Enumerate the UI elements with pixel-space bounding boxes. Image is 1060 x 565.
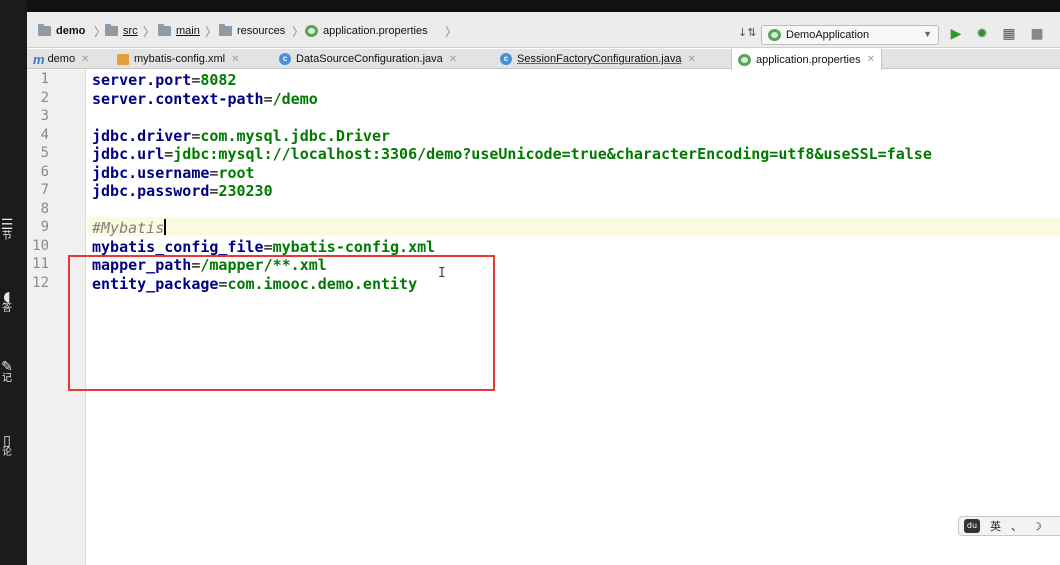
ime-punctuation-toggle[interactable]: 、 [1011, 518, 1022, 534]
ime-moon-icon[interactable]: ☽ [1032, 520, 1042, 533]
tab-datasource-configuration[interactable]: c DataSourceConfiguration.java ✕ [279, 49, 457, 69]
ibeam-cursor-icon: I [438, 266, 446, 281]
breadcrumb-resources[interactable]: resources [219, 23, 285, 39]
breadcrumb-separator: 〉 [205, 25, 218, 39]
line-number: 3 [40, 108, 49, 124]
spring-boot-icon [768, 29, 781, 41]
line-number: 12 [32, 275, 49, 291]
ime-toolbar[interactable]: du 英 、 ☽ [958, 516, 1060, 536]
run-icon[interactable]: ▶ [947, 25, 965, 43]
sidebar-item-qa[interactable]: ◖ 答 [0, 289, 14, 314]
tab-mybatis-config[interactable]: mybatis-config.xml ✕ [117, 49, 239, 69]
class-icon: c [279, 53, 291, 65]
code-line: #Mybatis [92, 219, 167, 237]
breadcrumb-main[interactable]: main [158, 23, 200, 39]
code-line: jdbc.driver=com.mysql.jdbc.Driver [92, 127, 391, 145]
tab-demo[interactable]: m demo ✕ [33, 49, 89, 69]
breadcrumb-file[interactable]: application.properties [305, 23, 428, 39]
sort-icon[interactable]: ↓⇅ [738, 26, 756, 39]
code-line: server.port=8082 [92, 71, 237, 89]
close-icon[interactable]: ✕ [81, 54, 89, 65]
breadcrumb-separator: 〉 [143, 25, 156, 39]
close-icon[interactable]: ✕ [687, 54, 695, 65]
chevron-down-icon: ▼ [923, 29, 932, 39]
line-number: 8 [40, 201, 49, 217]
properties-file-icon [305, 25, 318, 37]
code-editor[interactable]: 1 2 3 4 5 6 7 8 9 10 11 12 server.port=8… [27, 70, 1060, 565]
line-number: 6 [40, 164, 49, 180]
xml-file-icon [117, 53, 129, 65]
video-side-panel: ☰ 节 ◖ 答 ✎ 记 ▯ 论 [0, 0, 27, 565]
close-icon[interactable]: ✕ [867, 54, 875, 65]
line-number: 10 [32, 238, 49, 254]
properties-file-icon [738, 53, 751, 66]
coverage-icon[interactable]: ▦ [1000, 25, 1018, 43]
tab-application-properties[interactable]: application.properties ✕ [731, 49, 882, 70]
headset-icon: ◖ [3, 289, 11, 305]
run-config-select[interactable]: DemoApplication ▼ [761, 25, 939, 45]
line-number: 11 [32, 256, 49, 272]
close-icon[interactable]: ✕ [449, 54, 457, 65]
breadcrumb-src[interactable]: src [105, 23, 138, 39]
breadcrumb-project[interactable]: demo [38, 23, 85, 39]
top-band [27, 0, 1060, 12]
folder-icon [219, 24, 232, 36]
sidebar-item-discussion[interactable]: ▯ 论 [0, 433, 14, 458]
ide-window: demo 〉 src 〉 main 〉 resources 〉 applicat… [27, 12, 1060, 565]
list-icon: ☰ [0, 217, 14, 233]
line-number: 1 [40, 71, 49, 87]
current-line-highlight [87, 217, 1060, 236]
module-icon: m [33, 51, 45, 67]
tab-session-factory-configuration[interactable]: c SessionFactoryConfiguration.java ✕ [500, 49, 696, 69]
code-line: server.context-path=/demo [92, 90, 318, 108]
sidebar-item-notes[interactable]: ✎ 记 [0, 359, 14, 384]
breadcrumb-separator: 〉 [445, 25, 458, 39]
breadcrumb-separator: 〉 [292, 25, 305, 39]
class-icon: c [500, 53, 512, 65]
line-number: 7 [40, 182, 49, 198]
pencil-icon: ✎ [1, 359, 13, 375]
code-line: jdbc.url=jdbc:mysql://localhost:3306/dem… [92, 145, 932, 163]
chat-icon: ▯ [3, 433, 11, 449]
debug-icon[interactable]: ✹ [973, 25, 991, 43]
ime-language-toggle[interactable]: 英 [990, 518, 1001, 534]
ime-logo-icon: du [964, 519, 980, 533]
close-icon[interactable]: ✕ [231, 54, 239, 65]
highlight-annotation-box [68, 255, 495, 391]
folder-icon [38, 24, 51, 36]
code-line: jdbc.password=230230 [92, 182, 273, 200]
folder-icon [105, 24, 118, 36]
editor-tab-bar: m demo ✕ mybatis-config.xml ✕ c DataSour… [27, 49, 1060, 70]
text-caret [164, 219, 167, 235]
line-number: 5 [40, 145, 49, 161]
line-number: 9 [40, 219, 49, 235]
code-line: jdbc.username=root [92, 164, 255, 182]
navigation-bar: demo 〉 src 〉 main 〉 resources 〉 applicat… [27, 12, 1060, 48]
folder-icon [158, 24, 171, 36]
stop-icon[interactable]: ■ [1028, 25, 1046, 43]
sidebar-item-chapters[interactable]: ☰ 节 [0, 217, 14, 242]
line-number: 2 [40, 90, 49, 106]
line-number: 4 [40, 127, 49, 143]
